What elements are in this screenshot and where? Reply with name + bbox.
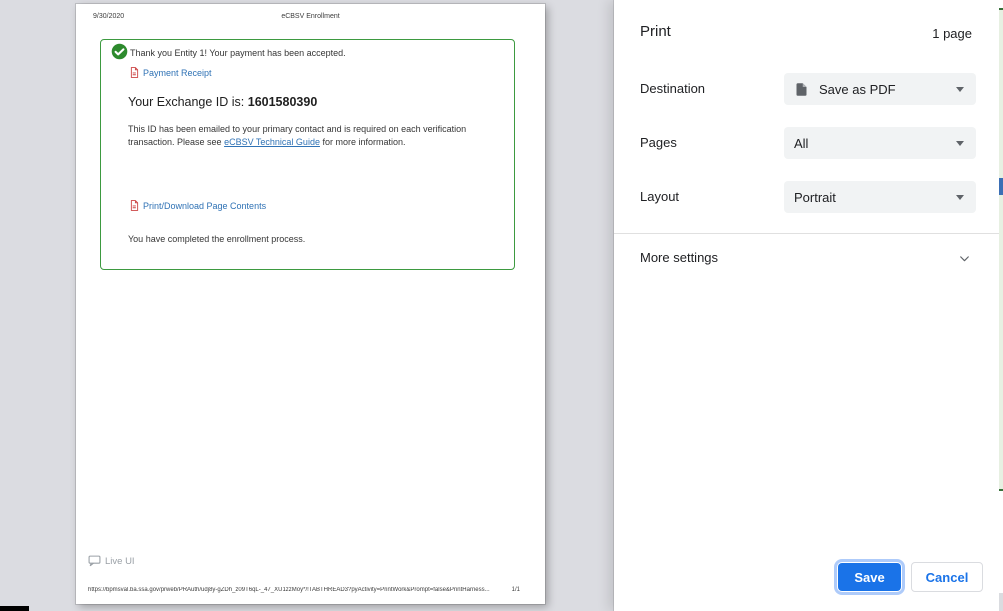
dialog-title: Print [640, 23, 671, 40]
background-page-link-fragment [999, 178, 1003, 195]
print-preview-area: 9/30/2020 eCBSV Enrollment Thank you Ent… [0, 0, 614, 611]
chevron-down-icon [960, 256, 969, 262]
print-download-label: Print/Download Page Contents [143, 200, 267, 211]
footer-page-indicator: 1/1 [511, 587, 520, 593]
enrollment-complete-message: You have completed the enrollment proces… [128, 234, 306, 244]
exchange-id-value: 1601580390 [247, 95, 318, 109]
background-page-edge [999, 0, 1003, 611]
more-settings-button[interactable]: More settings [614, 234, 999, 282]
live-ui-badge: Live UI [88, 555, 135, 567]
exchange-id-info: This ID has been emailed to your primary… [128, 123, 502, 149]
pdf-file-icon [130, 200, 139, 211]
page-count: 1 page [932, 26, 972, 41]
exchange-id-line: Your Exchange ID is: 1601580390 [128, 95, 317, 109]
technical-guide-link: eCBSV Technical Guide [224, 137, 320, 147]
background-page-bottom-edge [999, 593, 1003, 611]
bottom-left-artifact [0, 606, 29, 611]
destination-label: Destination [640, 81, 706, 96]
footer-url: https://bpmsval.ba.ssa.gov/prweb/PRAuth/… [88, 587, 490, 593]
screen: 9/30/2020 eCBSV Enrollment Thank you Ent… [0, 0, 1003, 611]
payment-receipt-link: Payment Receipt [130, 67, 212, 78]
exchange-id-label: Your Exchange ID is: [128, 95, 248, 109]
background-page-green-box-edge [999, 8, 1003, 491]
pages-select[interactable]: All [784, 127, 976, 159]
thank-you-message: Thank you Entity 1! Your payment has bee… [130, 48, 346, 58]
print-preview-page: 9/30/2020 eCBSV Enrollment Thank you Ent… [76, 4, 545, 604]
print-dialog: Print 1 page Destination Save as PDF Pag… [614, 0, 999, 611]
layout-value: Portrait [794, 189, 836, 205]
dropdown-caret-icon [956, 194, 964, 200]
dropdown-caret-icon [956, 140, 964, 146]
live-ui-label: Live UI [105, 555, 135, 567]
preview-footer: https://bpmsval.ba.ssa.gov/prweb/PRAuth/… [88, 587, 520, 593]
more-settings-label: More settings [640, 250, 719, 265]
destination-value: Save as PDF [819, 81, 896, 97]
document-icon [796, 82, 807, 96]
speech-bubble-icon [88, 555, 101, 567]
pages-value: All [794, 135, 809, 151]
destination-select[interactable]: Save as PDF [784, 73, 976, 105]
check-circle-icon [111, 43, 128, 60]
dropdown-caret-icon [956, 86, 964, 92]
layout-select[interactable]: Portrait [784, 181, 976, 213]
print-download-link: Print/Download Page Contents [130, 200, 266, 211]
preview-header-title: eCBSV Enrollment [281, 13, 340, 20]
enrollment-success-box: Thank you Entity 1! Your payment has bee… [100, 39, 515, 270]
payment-receipt-label: Payment Receipt [143, 67, 212, 78]
info-text-after: for more information. [319, 137, 406, 147]
cancel-button[interactable]: Cancel [911, 562, 983, 592]
pages-label: Pages [640, 135, 677, 150]
layout-label: Layout [640, 189, 680, 204]
pdf-file-icon [130, 67, 139, 78]
save-button[interactable]: Save [838, 563, 901, 591]
